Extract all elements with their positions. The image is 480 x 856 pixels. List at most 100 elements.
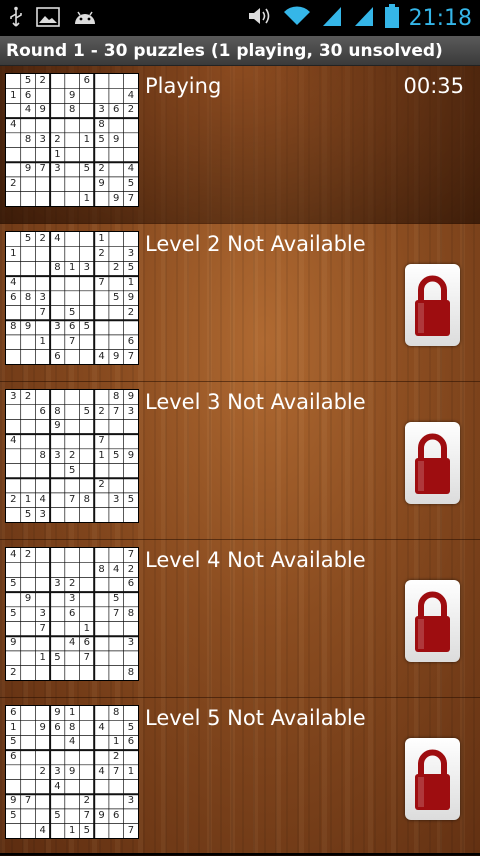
sudoku-cell: 5 [113, 449, 120, 461]
sudoku-cell: 9 [127, 291, 135, 303]
sudoku-cell: 7 [39, 163, 46, 175]
sudoku-cell: 7 [98, 277, 105, 289]
sudoku-cell: 2 [39, 75, 46, 86]
sudoku-cell: 3 [54, 163, 61, 175]
sudoku-cell: 9 [68, 765, 76, 777]
sudoku-cell: 6 [10, 707, 17, 718]
puzzle-list[interactable]: 5 2 6 1 6 9 4 4 9 8 3 6 2 4 8 8 3 2 1 5 9 1 9 7 3 5 2 4 2 9 5 1 9 7 Playin… [0, 66, 480, 856]
sudoku-cell: 8 [24, 291, 32, 303]
system-icons: 21:18 [247, 4, 472, 32]
sudoku-cell: 1 [68, 262, 76, 274]
sudoku-cell: 5 [54, 809, 61, 821]
sudoku-cell: 3 [98, 104, 105, 116]
sudoku-cell: 2 [10, 493, 17, 505]
sudoku-cell: 5 [127, 177, 135, 189]
sudoku-cell: 7 [127, 350, 135, 362]
sudoku-cell: 8 [54, 262, 61, 274]
sudoku-cell: 4 [68, 637, 76, 649]
sudoku-cell: 7 [83, 809, 91, 821]
sudoku-cell: 6 [113, 104, 120, 116]
sudoku-cell: 2 [98, 479, 105, 491]
sudoku-cell: 2 [113, 751, 120, 763]
sudoku-cell: 5 [113, 291, 120, 303]
sudoku-cell: 3 [39, 133, 46, 145]
sudoku-cell: 1 [83, 192, 91, 204]
sudoku-cell: 2 [10, 666, 17, 678]
sudoku-cell: 5 [54, 651, 61, 663]
puzzle-row[interactable]: 5 2 6 1 6 9 4 4 9 8 3 6 2 4 8 8 3 2 1 5 9 1 9 7 3 5 2 4 2 9 5 1 9 7 Playin… [0, 66, 480, 224]
sudoku-cell: 6 [113, 809, 120, 821]
sudoku-cell: 6 [83, 75, 91, 86]
sudoku-cell: 5 [24, 233, 32, 244]
sudoku-cell: 1 [24, 493, 32, 505]
sudoku-cell: 2 [24, 391, 32, 402]
sudoku-cell: 4 [54, 233, 61, 244]
lock-icon [405, 422, 460, 504]
sudoku-cell: 9 [54, 707, 61, 718]
sudoku-cell: 5 [68, 464, 76, 476]
sudoku-cell: 9 [98, 809, 105, 821]
sudoku-cell: 2 [68, 578, 76, 590]
sudoku-cell: 1 [98, 233, 105, 244]
sudoku-thumbnail: 328968527394783215952214783553 [5, 389, 139, 523]
sudoku-cell: 5 [98, 133, 105, 145]
sudoku-cell: 4 [39, 824, 46, 836]
puzzle-row[interactable]: 3 2 8 9 6 8 5 2 7 3 9 4 7 8 3 2 1 5 9 5 2 2 1 4 7 8 3 5 5 3 Level 3 No… [0, 382, 480, 540]
sudoku-cell: 5 [10, 736, 17, 748]
puzzle-row[interactable]: 6 9 1 8 1 9 6 8 4 5 5 4 1 6 6 2 2 3 9 4 7 1 4 9 7 2 3 5 5 7 9 6 4 1 5 7 Leve… [0, 698, 480, 856]
sudoku-cell: 5 [24, 75, 32, 86]
sudoku-cell: 7 [127, 192, 135, 204]
sudoku-cell: 9 [113, 133, 120, 145]
sudoku-cell: 9 [98, 177, 105, 189]
sudoku-cell: 2 [54, 133, 61, 145]
sudoku-cell: 8 [68, 104, 76, 116]
sudoku-cell: 8 [54, 405, 61, 417]
sudoku-cell: 3 [54, 765, 61, 777]
row-title: Level 2 Not Available [145, 232, 366, 256]
sudoku-cell: 1 [68, 707, 76, 718]
lock-icon [405, 580, 460, 662]
sudoku-cell: 1 [83, 133, 91, 145]
sudoku-cell: 3 [127, 247, 135, 259]
sudoku-cell: 9 [127, 449, 135, 461]
sudoku-cell: 4 [127, 89, 135, 101]
row-title: Level 4 Not Available [145, 548, 366, 572]
battery-icon [384, 4, 399, 32]
sudoku-cell: 2 [127, 104, 135, 116]
sudoku-cell: 4 [113, 563, 120, 575]
sudoku-cell: 8 [127, 666, 135, 678]
sudoku-cell: 3 [127, 795, 135, 807]
sudoku-cell: 2 [98, 163, 105, 175]
sudoku-cell: 4 [98, 765, 105, 777]
sudoku-cell: 7 [68, 493, 76, 505]
sudoku-cell: 6 [127, 335, 135, 347]
sudoku-cell: 8 [113, 391, 120, 402]
sudoku-cell: 6 [83, 637, 91, 649]
sudoku-cell: 8 [127, 607, 135, 619]
sudoku-thumbnail: 52411238132547168359752893651766497 [5, 231, 139, 365]
puzzle-row[interactable]: 4 2 7 8 4 2 5 3 2 6 9 3 5 5 3 6 7 8 7 1 9 4 6 3 1 5 7 2 8 Level 4 Not… [0, 540, 480, 698]
sudoku-cell: 1 [10, 721, 17, 733]
sudoku-cell: 9 [68, 89, 76, 101]
sudoku-cell: 5 [127, 493, 135, 505]
sudoku-cell: 2 [68, 449, 76, 461]
sudoku-cell: 2 [127, 563, 135, 575]
puzzle-row[interactable]: 5 2 4 1 1 2 3 8 1 3 2 5 4 7 1 6 8 3 5 9 7 5 2 8 9 3 6 5 1 7 6 6 4 9 7 Level… [0, 224, 480, 382]
sudoku-cell: 2 [98, 405, 105, 417]
sudoku-cell: 3 [83, 262, 91, 274]
sudoku-cell: 8 [98, 119, 105, 131]
sudoku-cell: 2 [113, 262, 120, 274]
row-title: Level 5 Not Available [145, 706, 366, 730]
sudoku-cell: 5 [10, 809, 17, 821]
status-bar: 21:18 [0, 0, 480, 36]
sudoku-cell: 6 [54, 350, 61, 362]
sudoku-cell: 4 [68, 736, 76, 748]
sudoku-cell: 7 [113, 405, 120, 417]
sudoku-cell: 5 [113, 593, 120, 605]
sudoku-cell: 4 [10, 549, 17, 560]
wifi-icon [283, 5, 311, 31]
sudoku-cell: 1 [10, 247, 17, 259]
sudoku-cell: 8 [98, 563, 105, 575]
sudoku-cell: 9 [127, 391, 135, 402]
sudoku-cell: 6 [10, 291, 17, 303]
